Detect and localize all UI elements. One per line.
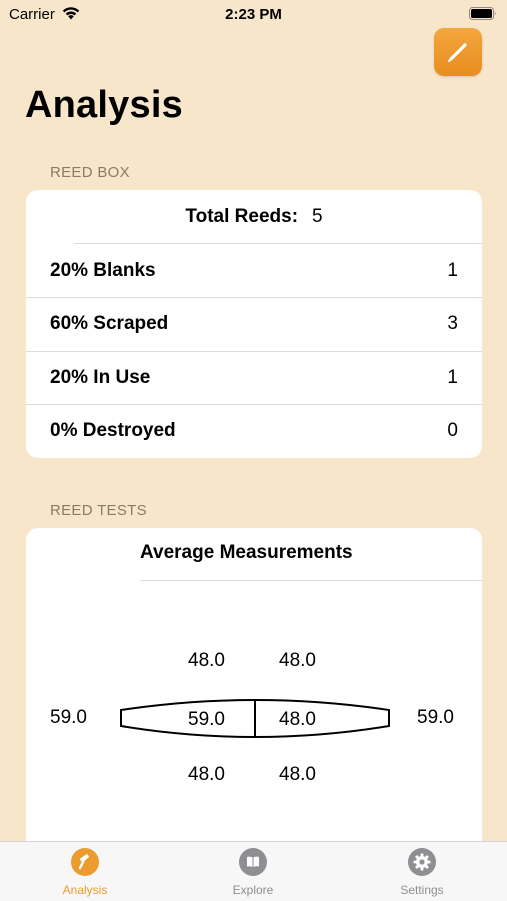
gear-icon — [408, 848, 436, 876]
row-value: 0 — [447, 420, 458, 441]
status-time: 2:23 PM — [225, 6, 282, 23]
list-item-destroyed: 0% Destroyed 0 — [50, 404, 458, 458]
measurement-inner-right: 48.0 — [279, 709, 316, 730]
status-bar: Carrier 2:23 PM — [0, 0, 507, 30]
section-header-reed-box: REED BOX — [50, 164, 130, 181]
row-value: 1 — [447, 260, 458, 281]
row-label: 60% Scraped — [50, 313, 169, 334]
reed-box-card: Total Reeds: 5 20% Blanks 1 60% Scraped … — [26, 190, 482, 458]
hammer-icon — [71, 848, 99, 876]
tab-label: Analysis — [62, 883, 108, 897]
battery-icon — [469, 7, 496, 20]
book-icon — [239, 848, 267, 876]
average-measurements-title: Average Measurements — [140, 542, 353, 563]
pencil-icon — [448, 43, 467, 62]
tab-label: Settings — [400, 883, 444, 897]
list-item-scraped: 60% Scraped 3 — [50, 297, 458, 351]
measurement-bottom-right: 48.0 — [279, 764, 316, 785]
divider — [140, 580, 482, 581]
row-label: 20% In Use — [50, 367, 151, 388]
edit-button[interactable] — [434, 28, 482, 76]
measurement-top-right: 48.0 — [279, 650, 316, 671]
measurement-outer-right: 59.0 — [417, 707, 454, 728]
reed-diagram — [120, 699, 390, 738]
row-label: 0% Destroyed — [50, 420, 176, 441]
measurement-outer-left: 59.0 — [50, 707, 87, 728]
row-value: 3 — [447, 313, 458, 334]
total-reeds-label: Total Reeds: — [185, 206, 299, 227]
tab-label: Explore — [232, 883, 274, 897]
page-title: Analysis — [25, 84, 183, 126]
tab-settings[interactable]: Settings — [367, 848, 477, 897]
tab-explore[interactable]: Explore — [198, 848, 308, 897]
list-item-in-use: 20% In Use 1 — [50, 351, 458, 405]
tab-analysis[interactable]: Analysis — [30, 848, 140, 897]
measurement-top-left: 48.0 — [188, 650, 225, 671]
total-reeds-value: 5 — [312, 206, 323, 227]
measurement-bottom-left: 48.0 — [188, 764, 225, 785]
tab-bar: Analysis Explore Settings — [0, 841, 507, 901]
total-reeds-row: Total Reeds: 5 — [26, 190, 482, 244]
row-label: 20% Blanks — [50, 260, 156, 281]
row-value: 1 — [447, 367, 458, 388]
measurement-inner-left: 59.0 — [188, 709, 225, 730]
reed-tests-card: Average Measurements 48.0 48.0 59.0 59.0… — [26, 528, 482, 848]
list-item-blanks: 20% Blanks 1 — [50, 244, 458, 298]
section-header-reed-tests: REED TESTS — [50, 502, 147, 519]
